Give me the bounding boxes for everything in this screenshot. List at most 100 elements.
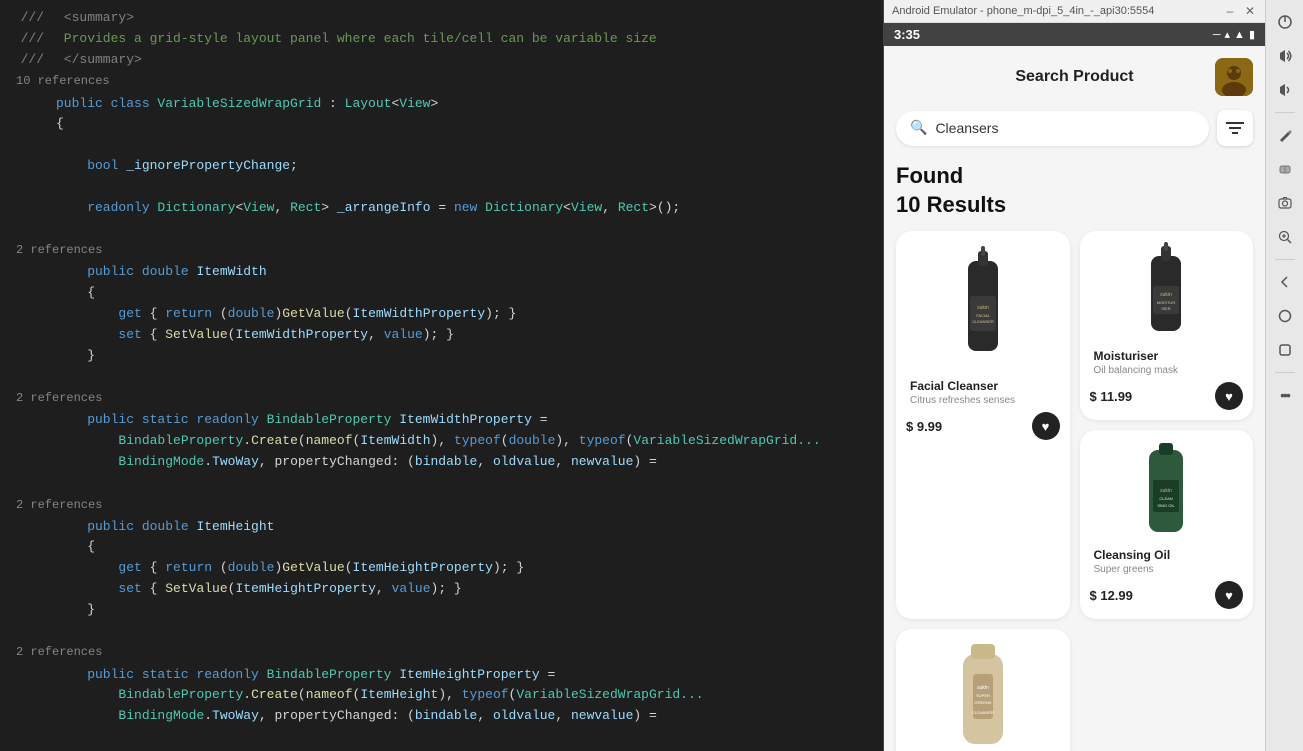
back-button[interactable] <box>1271 268 1299 296</box>
line-number <box>8 94 44 115</box>
recents-button[interactable] <box>1271 336 1299 364</box>
code-line: /// </summary> <box>0 50 883 71</box>
product-info: Facial Cleanser Citrus refreshes senses <box>906 379 1060 406</box>
product-card[interactable]: sukin MOISTUR ISER Moisturiser Oil balan… <box>1080 231 1254 420</box>
volume-down-button[interactable] <box>1271 76 1299 104</box>
code-line: BindableProperty.Create(nameof(ItemHeigh… <box>0 685 883 706</box>
power-button[interactable] <box>1271 8 1299 36</box>
code-line: set { SetValue(ItemWidthProperty, value)… <box>0 325 883 346</box>
results-heading: Found 10 Results <box>896 162 1253 219</box>
code-line: } <box>0 346 883 367</box>
camera-button[interactable] <box>1271 189 1299 217</box>
search-row: 🔍 Cleansers <box>896 110 1253 146</box>
close-button[interactable]: ✕ <box>1243 4 1257 18</box>
product-card[interactable]: sukin CLEAN SING OIL Cleansing Oil Super… <box>1080 430 1254 619</box>
avatar[interactable] <box>1215 58 1253 96</box>
more-button[interactable]: ••• <box>1271 381 1299 409</box>
eraser-button[interactable] <box>1271 155 1299 183</box>
ref-count: 2 references <box>0 641 883 664</box>
filter-icon <box>1226 121 1244 135</box>
code-line: public static readonly BindableProperty … <box>0 665 883 686</box>
separator <box>1275 112 1295 113</box>
code-line <box>0 177 883 198</box>
product-name: Moisturiser <box>1094 349 1240 363</box>
camera-icon <box>1278 196 1292 210</box>
square-icon <box>1278 343 1292 357</box>
product-price: $ 9.99 <box>906 419 942 434</box>
heart-icon: ♥ <box>1225 588 1233 603</box>
signal-icon: ▲ <box>1234 29 1245 41</box>
code-line: { <box>0 114 883 135</box>
volume-up-icon <box>1277 48 1293 64</box>
code-line: set { SetValue(ItemHeightProperty, value… <box>0 579 883 600</box>
pen-button[interactable] <box>1271 121 1299 149</box>
product-footer: $ 9.99 ♥ <box>906 412 1060 440</box>
emulator-sidebar: ••• <box>1265 0 1303 751</box>
circle-icon <box>1278 309 1292 323</box>
zoom-icon <box>1278 230 1292 244</box>
ref-count: 2 references <box>0 494 883 517</box>
product-image-container: sukin MOISTUR ISER <box>1090 241 1244 341</box>
code-line <box>0 473 883 494</box>
code-line <box>0 727 883 748</box>
zoom-in-button[interactable] <box>1271 223 1299 251</box>
ref-count: 2 references <box>0 239 883 262</box>
product-image-container: sukin CLEAN SING OIL <box>1090 440 1244 540</box>
product-image: sukin MOISTUR ISER <box>1131 241 1201 341</box>
svg-text:sukin: sukin <box>977 685 989 691</box>
code-line: { <box>0 283 883 304</box>
battery-icon: ▮ <box>1249 28 1255 41</box>
product-desc: Citrus refreshes senses <box>910 395 1056 406</box>
svg-text:FACIAL: FACIAL <box>976 313 991 318</box>
product-desc: Oil balancing mask <box>1094 365 1240 376</box>
emulator-title: Android Emulator - phone_m-dpi_5_4in_-_a… <box>892 5 1154 17</box>
code-line: public double ItemHeight <box>0 517 883 538</box>
ref-count: 10 references <box>0 70 883 93</box>
svg-text:SING OIL: SING OIL <box>1158 503 1176 508</box>
back-icon <box>1278 275 1292 289</box>
product-card[interactable]: sukin SUPER GREENS CLEANSER <box>896 629 1070 751</box>
separator <box>1275 372 1295 373</box>
product-image-container: sukin SUPER GREENS CLEANSER <box>906 639 1060 751</box>
filter-button[interactable] <box>1217 110 1253 146</box>
eraser-icon <box>1278 162 1292 176</box>
pen-icon <box>1278 128 1292 142</box>
code-line <box>0 218 883 239</box>
favorite-button[interactable]: ♥ <box>1032 412 1060 440</box>
phone-content: Search Product 🔍 <box>884 46 1265 751</box>
svg-text:ISER: ISER <box>1162 306 1171 311</box>
code-line: readonly Dictionary<View, Rect> _arrange… <box>0 198 883 219</box>
home-button[interactable] <box>1271 302 1299 330</box>
favorite-button[interactable]: ♥ <box>1215 382 1243 410</box>
product-image-container: sukin FACIAL CLEANSER <box>906 241 1060 371</box>
emulator-panel: Android Emulator - phone_m-dpi_5_4in_-_a… <box>883 0 1303 751</box>
code-line: { <box>0 537 883 558</box>
svg-text:CLEANSER: CLEANSER <box>972 710 994 715</box>
code-line: public double ItemWidth <box>0 262 883 283</box>
heart-icon: ♥ <box>1225 389 1233 404</box>
search-bar[interactable]: 🔍 Cleansers <box>896 111 1209 146</box>
code-line: } <box>0 600 883 621</box>
code-line <box>0 135 883 156</box>
search-input-value: Cleansers <box>935 120 1195 136</box>
code-line: BindingMode.TwoWay, propertyChanged: (bi… <box>0 452 883 473</box>
wifi-icon: ▴ <box>1225 28 1231 41</box>
favorite-button[interactable]: ♥ <box>1215 581 1243 609</box>
volume-down-icon <box>1277 82 1293 98</box>
status-icons: ─ ▴ ▲ ▮ <box>1213 28 1255 41</box>
code-line: public class VariableSizedWrapGrid : Lay… <box>0 94 883 115</box>
svg-text:GREENS: GREENS <box>974 700 991 705</box>
code-line: public static readonly BindableProperty … <box>0 410 883 431</box>
line-number: /// <box>8 29 44 50</box>
product-footer: $ 11.99 ♥ <box>1090 382 1244 410</box>
svg-text:sukin: sukin <box>977 305 989 311</box>
minus-icon: ─ <box>1213 29 1221 41</box>
product-info: Cleansing Oil Super greens <box>1090 548 1244 575</box>
volume-up-button[interactable] <box>1271 42 1299 70</box>
product-card[interactable]: sukin FACIAL CLEANSER Facial Cleanser Ci… <box>896 231 1070 619</box>
code-line: BindableProperty.Create(nameof(ItemWidth… <box>0 431 883 452</box>
minimize-button[interactable]: – <box>1223 4 1237 18</box>
svg-text:MOISTUR: MOISTUR <box>1157 300 1176 305</box>
app-title: Search Product <box>934 68 1215 86</box>
product-price: $ 12.99 <box>1090 588 1133 603</box>
